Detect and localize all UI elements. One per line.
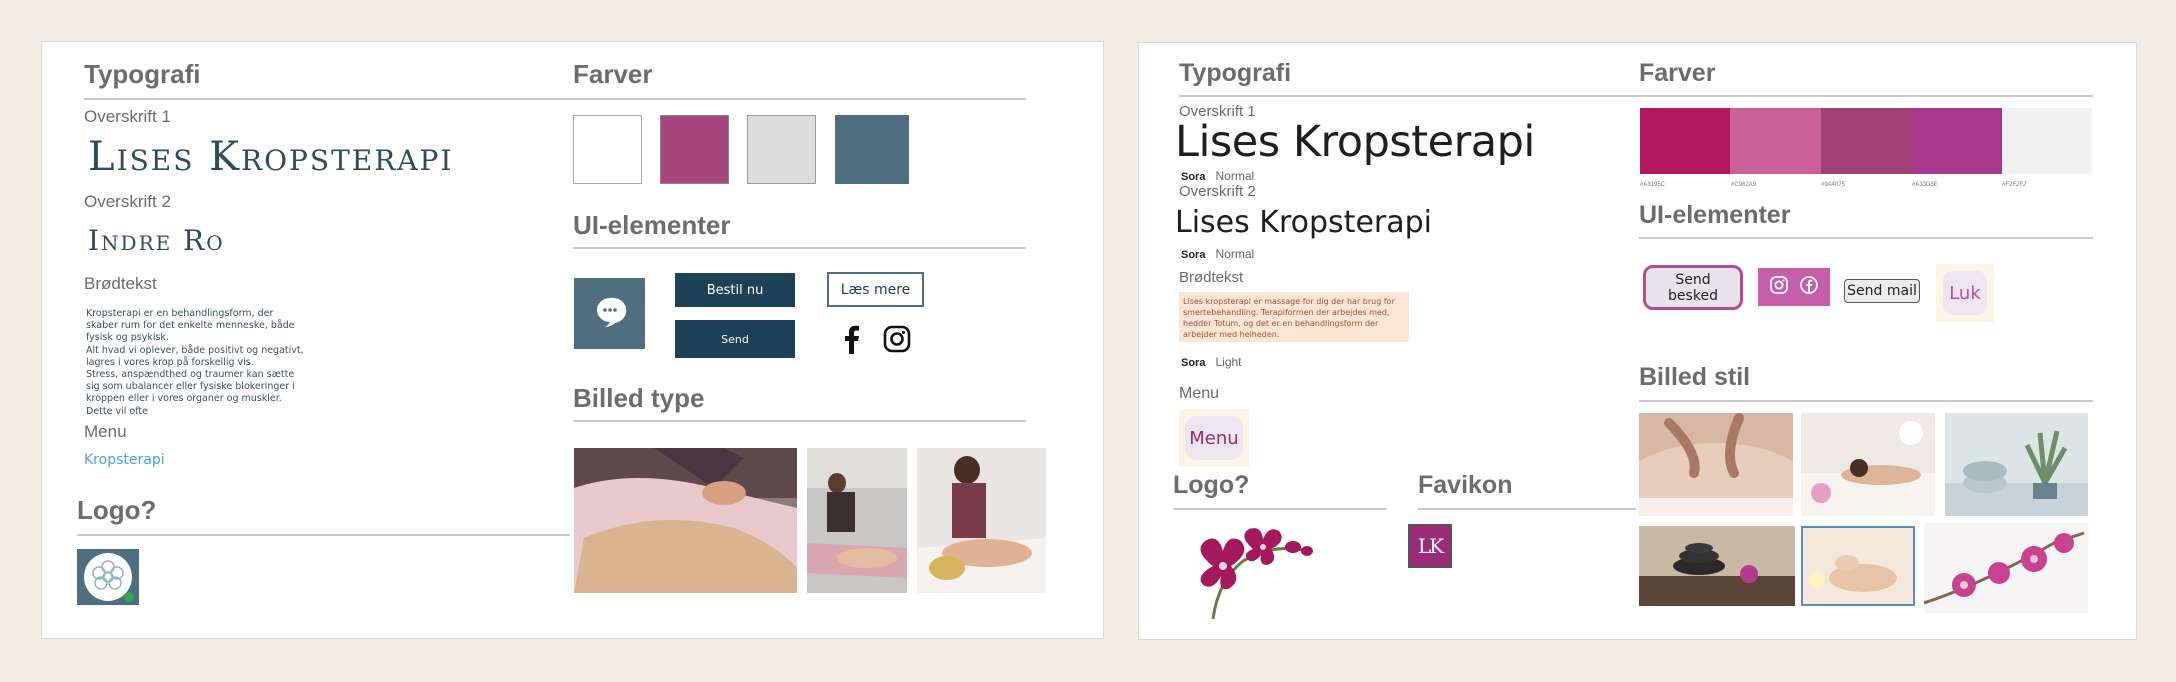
font2-name: Sora: [1181, 249, 1206, 261]
color-swatch-white: [573, 115, 642, 184]
palette-swatch-5: [2001, 108, 2093, 174]
typografi-heading: Typografi: [1179, 59, 1292, 87]
overskrift1-sample: Lises Kropsterapi: [1175, 117, 1535, 167]
broedtekst-label: Brødtekst: [84, 274, 157, 293]
massage-photo-2: [807, 448, 907, 593]
menu-sample-link[interactable]: Kropsterapi: [84, 452, 165, 468]
overskrift1-sample: Lises Kropsterapi: [88, 134, 454, 180]
broedtekst-body: Lises kropsterapi er massage for dig der…: [1179, 292, 1409, 342]
palette-swatch-1: [1640, 108, 1731, 174]
overskrift1-label: Overskrift 1: [84, 107, 171, 126]
palette-hex-4: #A33D8E: [1912, 182, 1938, 188]
font3-weight: Light: [1215, 355, 1242, 369]
color-swatch-magenta: [660, 115, 729, 184]
farver-heading: Farver: [573, 59, 653, 89]
billed-stil-heading: Billed stil: [1639, 363, 1751, 391]
luk-button[interactable]: Luk: [1943, 271, 1987, 315]
divider: [84, 98, 577, 100]
overskrift2-sample: Indre Ro: [88, 224, 225, 257]
ui-elementer-heading: UI-elementer: [573, 210, 731, 240]
logo-heading: Logo?: [77, 495, 157, 525]
overskrift2-sample: Lises Kropsterapi: [1175, 205, 1432, 240]
menu-label: Menu: [84, 422, 127, 441]
social-buttons: [1758, 268, 1830, 306]
divider: [1639, 95, 2093, 97]
palette-hex-3: #9A4075: [1821, 182, 1846, 188]
luk-button-wrap: Luk: [1936, 264, 1994, 322]
style-photo-hand-massage: [1801, 526, 1915, 606]
font1-weight: Normal: [1215, 169, 1255, 183]
menu-label: Menu: [1179, 385, 1220, 402]
color-swatch-slate: [835, 115, 909, 184]
logo-heading: Logo?: [1173, 471, 1250, 499]
massage-photo-1: [574, 448, 797, 593]
instagram-icon[interactable]: [883, 325, 911, 353]
overskrift2-label: Overskrift 2: [84, 192, 171, 211]
facebook-icon[interactable]: [840, 324, 864, 354]
divider: [573, 420, 1026, 422]
color-swatch-lightgrey: [747, 115, 816, 184]
palette-swatch-2: [1730, 108, 1821, 174]
right-panel: Typografi Overskrift 1 Lises Kropsterapi…: [1138, 42, 2137, 640]
left-panel: Typografi Overskrift 1 Lises Kropsterapi…: [41, 41, 1104, 639]
bestil-nu-button[interactable]: Bestil nu: [675, 273, 795, 307]
ui-elementer-heading: UI-elementer: [1639, 201, 1791, 229]
send-besked-button[interactable]: Send besked: [1643, 265, 1743, 310]
send-mail-button[interactable]: Send mail: [1844, 279, 1920, 303]
billed-type-heading: Billed type: [573, 383, 705, 413]
font2-weight: Normal: [1215, 247, 1255, 261]
palette-hex-5: #F2F2F2: [2002, 182, 2027, 188]
instagram-icon[interactable]: [1769, 275, 1789, 300]
favicon-text: LK: [1417, 534, 1444, 558]
style-photo-stones: [1639, 526, 1795, 606]
broedtekst-label: Brødtekst: [1179, 269, 1244, 286]
massage-photo-3: [917, 448, 1046, 593]
divider: [1418, 508, 1636, 510]
font1-name: Sora: [1181, 171, 1206, 183]
favikon-heading: Favikon: [1418, 471, 1513, 499]
style-photo-towels: [1945, 413, 2088, 516]
divider: [77, 534, 570, 536]
divider: [1179, 95, 1643, 97]
palette-hex-1: #A3195C: [1640, 182, 1666, 188]
send-button[interactable]: Send: [675, 320, 795, 358]
facebook-icon[interactable]: [1799, 275, 1819, 300]
orchid-logo: [1183, 521, 1329, 620]
menu-button[interactable]: Menu: [1185, 416, 1243, 460]
color-palette: [1640, 108, 2093, 174]
divider: [1639, 400, 2093, 402]
typografi-heading: Typografi: [84, 59, 201, 89]
divider: [1173, 508, 1387, 510]
style-photo-orchid: [1924, 523, 2088, 613]
overskrift2-label: Overskrift 2: [1179, 183, 1256, 200]
font3-name: Sora: [1181, 357, 1206, 369]
palette-hex-2: #C962A9: [1731, 182, 1757, 188]
font2-meta: Sora Normal: [1181, 247, 1254, 261]
favicon-image: LK: [1408, 524, 1452, 568]
divider: [573, 247, 1026, 249]
style-photo-back-massage: [1639, 413, 1793, 516]
farver-heading: Farver: [1639, 59, 1716, 87]
chat-icon: [593, 294, 627, 333]
style-photo-spa-woman: [1801, 413, 1935, 516]
divider: [1639, 237, 2093, 239]
font3-meta: Sora Light: [1181, 355, 1242, 369]
chat-button[interactable]: [574, 278, 645, 349]
font1-meta: Sora Normal: [1181, 169, 1254, 183]
divider: [573, 98, 1026, 100]
laes-mere-button[interactable]: Læs mere: [827, 272, 924, 307]
logo-image: [77, 549, 139, 605]
palette-swatch-3: [1820, 108, 1912, 174]
menu-button-wrap: Menu: [1179, 409, 1249, 467]
palette-swatch-4: [1911, 108, 2002, 174]
broedtekst-body: Kropsterapi er en behandlingsform, der s…: [86, 308, 304, 417]
